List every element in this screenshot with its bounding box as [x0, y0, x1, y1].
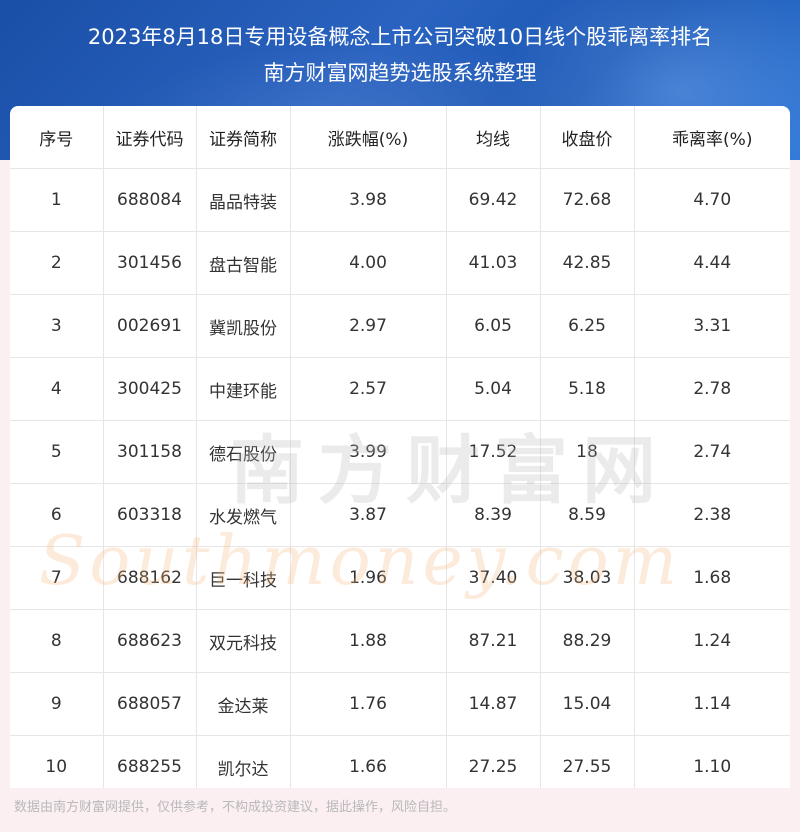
cell-close-price: 42.85 — [540, 231, 635, 295]
cell-moving-average: 17.52 — [446, 420, 541, 484]
header-code: 证券代码 — [103, 106, 197, 169]
header-index: 序号 — [10, 106, 104, 169]
cell-moving-average: 5.04 — [446, 357, 541, 421]
cell-index: 8 — [10, 609, 104, 673]
cell-moving-average: 8.39 — [446, 483, 541, 547]
cell-deviation-rate: 3.31 — [634, 294, 790, 358]
cell-code: 002691 — [103, 294, 197, 358]
cell-moving-average: 41.03 — [446, 231, 541, 295]
header-moving-average: 均线 — [446, 106, 541, 169]
cell-name: 水发燃气 — [196, 483, 291, 547]
cell-moving-average: 6.05 — [446, 294, 541, 358]
table-row: 2 301456 盘古智能 4.00 41.03 42.85 4.44 — [10, 231, 790, 295]
cell-deviation-rate: 4.44 — [634, 231, 790, 295]
cell-deviation-rate: 1.24 — [634, 609, 790, 673]
cell-name: 双元科技 — [196, 609, 291, 673]
cell-deviation-rate: 2.38 — [634, 483, 790, 547]
table-row: 10 688255 凯尔达 1.66 27.25 27.55 1.10 — [10, 735, 790, 788]
cell-close-price: 18 — [540, 420, 635, 484]
table-row: 4 300425 中建环能 2.57 5.04 5.18 2.78 — [10, 357, 790, 421]
cell-change-pct: 1.66 — [290, 735, 447, 788]
cell-deviation-rate: 4.70 — [634, 168, 790, 232]
cell-close-price: 88.29 — [540, 609, 635, 673]
cell-code: 688623 — [103, 609, 197, 673]
cell-name: 冀凯股份 — [196, 294, 291, 358]
header-deviation-rate: 乖离率(%) — [634, 106, 790, 169]
page-title: 2023年8月18日专用设备概念上市公司突破10日线个股乖离率排名 — [87, 25, 713, 49]
cell-change-pct: 2.97 — [290, 294, 447, 358]
table-row: 9 688057 金达莱 1.76 14.87 15.04 1.14 — [10, 672, 790, 736]
cell-name: 晶品特装 — [196, 168, 291, 232]
cell-code: 688255 — [103, 735, 197, 788]
cell-name: 凯尔达 — [196, 735, 291, 788]
cell-close-price: 27.55 — [540, 735, 635, 788]
cell-moving-average: 14.87 — [446, 672, 541, 736]
cell-index: 4 — [10, 357, 104, 421]
cell-change-pct: 1.88 — [290, 609, 447, 673]
cell-code: 301456 — [103, 231, 197, 295]
cell-moving-average: 69.42 — [446, 168, 541, 232]
cell-deviation-rate: 2.74 — [634, 420, 790, 484]
table-row: 3 002691 冀凯股份 2.97 6.05 6.25 3.31 — [10, 294, 790, 358]
cell-close-price: 5.18 — [540, 357, 635, 421]
cell-index: 5 — [10, 420, 104, 484]
cell-moving-average: 87.21 — [446, 609, 541, 673]
cell-change-pct: 4.00 — [290, 231, 447, 295]
table-header-row: 序号 证券代码 证券简称 涨跌幅(%) 均线 收盘价 乖离率(%) — [10, 106, 790, 169]
cell-code: 300425 — [103, 357, 197, 421]
cell-change-pct: 3.99 — [290, 420, 447, 484]
cell-deviation-rate: 1.68 — [634, 546, 790, 610]
table-row: 6 603318 水发燃气 3.87 8.39 8.59 2.38 — [10, 483, 790, 547]
table-row: 8 688623 双元科技 1.88 87.21 88.29 1.24 — [10, 609, 790, 673]
cell-code: 688057 — [103, 672, 197, 736]
data-table-card: 序号 证券代码 证券简称 涨跌幅(%) 均线 收盘价 乖离率(%) 1 68808… — [10, 106, 790, 788]
cell-name: 德石股份 — [196, 420, 291, 484]
cell-index: 3 — [10, 294, 104, 358]
cell-code: 301158 — [103, 420, 197, 484]
cell-index: 7 — [10, 546, 104, 610]
cell-code: 603318 — [103, 483, 197, 547]
header-change-pct: 涨跌幅(%) — [290, 106, 447, 169]
cell-close-price: 38.03 — [540, 546, 635, 610]
cell-name: 盘古智能 — [196, 231, 291, 295]
cell-moving-average: 37.40 — [446, 546, 541, 610]
disclaimer-footer: 数据由南方财富网提供，仅供参考，不构成投资建议，据此操作，风险自担。 — [14, 800, 457, 815]
cell-change-pct: 2.57 — [290, 357, 447, 421]
cell-deviation-rate: 1.10 — [634, 735, 790, 788]
cell-name: 巨一科技 — [196, 546, 291, 610]
cell-name: 中建环能 — [196, 357, 291, 421]
cell-close-price: 8.59 — [540, 483, 635, 547]
cell-deviation-rate: 1.14 — [634, 672, 790, 736]
cell-change-pct: 1.76 — [290, 672, 447, 736]
cell-index: 6 — [10, 483, 104, 547]
header-name: 证券简称 — [196, 106, 291, 169]
cell-code: 688084 — [103, 168, 197, 232]
cell-close-price: 15.04 — [540, 672, 635, 736]
cell-index: 10 — [10, 735, 104, 788]
table-row: 5 301158 德石股份 3.99 17.52 18 2.74 — [10, 420, 790, 484]
cell-close-price: 6.25 — [540, 294, 635, 358]
table-row: 7 688162 巨一科技 1.96 37.40 38.03 1.68 — [10, 546, 790, 610]
cell-deviation-rate: 2.78 — [634, 357, 790, 421]
page-subtitle: 南方财富网趋势选股系统整理 — [263, 61, 537, 85]
cell-index: 9 — [10, 672, 104, 736]
header-close-price: 收盘价 — [540, 106, 635, 169]
cell-index: 2 — [10, 231, 104, 295]
cell-change-pct: 3.98 — [290, 168, 447, 232]
ranking-table: 序号 证券代码 证券简称 涨跌幅(%) 均线 收盘价 乖离率(%) 1 68808… — [10, 106, 790, 788]
cell-change-pct: 3.87 — [290, 483, 447, 547]
table-row: 1 688084 晶品特装 3.98 69.42 72.68 4.70 — [10, 168, 790, 232]
cell-change-pct: 1.96 — [290, 546, 447, 610]
cell-close-price: 72.68 — [540, 168, 635, 232]
cell-moving-average: 27.25 — [446, 735, 541, 788]
cell-code: 688162 — [103, 546, 197, 610]
cell-name: 金达莱 — [196, 672, 291, 736]
cell-index: 1 — [10, 168, 104, 232]
